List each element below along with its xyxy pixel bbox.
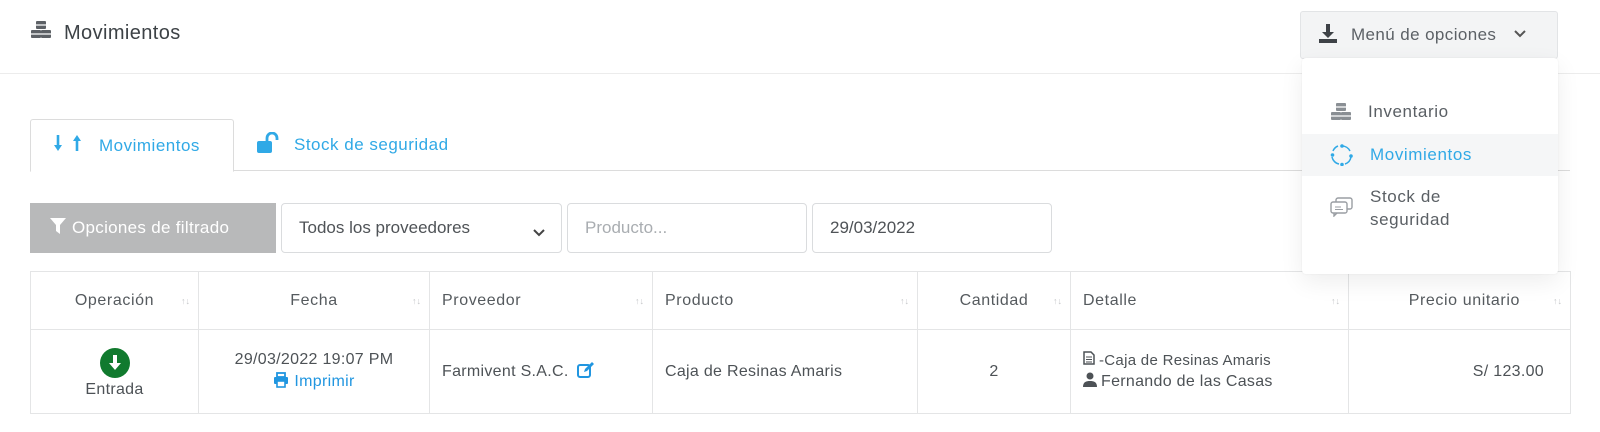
chat-icon bbox=[1330, 197, 1354, 222]
table-header-row: Operación ↑↓ Fecha ↑↓ Proveedor ↑↓ Producto… bbox=[30, 271, 1571, 330]
options-dropdown-menu: Inventario Movimientos Stock de segurida… bbox=[1302, 58, 1558, 274]
operation-label: Entrada bbox=[85, 381, 144, 398]
provider-cell: Farmivent S.A.C. bbox=[429, 329, 653, 414]
user-icon bbox=[1083, 372, 1097, 392]
options-menu-label: Menú de opciones bbox=[1351, 25, 1497, 44]
operation-cell: Entrada bbox=[30, 329, 199, 414]
sort-icon: ↑↓ bbox=[181, 296, 190, 306]
filter-icon bbox=[50, 217, 66, 240]
arrows-updown-icon bbox=[53, 134, 85, 157]
unlock-icon bbox=[256, 131, 280, 159]
sort-icon: ↑↓ bbox=[1053, 296, 1062, 306]
sort-icon: ↑↓ bbox=[635, 296, 644, 306]
product-search-placeholder: Producto... bbox=[585, 218, 668, 237]
menu-item-inventario[interactable]: Inventario bbox=[1302, 100, 1558, 124]
tab-stock-seguridad[interactable]: Stock de seguridad bbox=[256, 119, 449, 171]
sort-icon: ↑↓ bbox=[1331, 296, 1340, 306]
column-header-precio[interactable]: Precio unitario ↑↓ bbox=[1348, 271, 1571, 330]
quantity-cell: 2 bbox=[917, 329, 1071, 414]
date-input-value: 29/03/2022 bbox=[830, 218, 916, 237]
print-link[interactable]: Imprimir bbox=[273, 371, 355, 393]
sort-icon: ↑↓ bbox=[412, 296, 421, 306]
price-cell: S/ 123.00 bbox=[1348, 329, 1571, 414]
detail-user-line: Fernando de las Casas bbox=[1083, 372, 1348, 392]
options-menu-button[interactable]: Menú de opciones bbox=[1300, 11, 1558, 59]
page-title: Movimientos bbox=[30, 20, 181, 46]
movements-table: Operación ↑↓ Fecha ↑↓ Proveedor ↑↓ Producto… bbox=[30, 271, 1571, 414]
menu-item-movimientos[interactable]: Movimientos bbox=[1302, 134, 1558, 176]
tab-movimientos-label: Movimientos bbox=[99, 135, 200, 155]
cycle-icon bbox=[1330, 144, 1354, 171]
filter-options-label: Opciones de filtrado bbox=[72, 218, 230, 237]
cubes-icon bbox=[30, 20, 52, 46]
date-value: 29/03/2022 19:07 PM bbox=[234, 350, 394, 368]
column-header-producto[interactable]: Producto ↑↓ bbox=[652, 271, 918, 330]
detail-product: -Caja de Resinas Amaris bbox=[1099, 351, 1271, 369]
menu-item-label: Inventario bbox=[1368, 102, 1449, 121]
menu-item-label: Stock de seguridad bbox=[1370, 187, 1451, 229]
table-row: Entrada 29/03/2022 19:07 PM Imprimir Far… bbox=[30, 329, 1571, 414]
menu-item-stock-seguridad[interactable]: Stock de seguridad bbox=[1302, 185, 1558, 233]
page-title-text: Movimientos bbox=[64, 21, 181, 44]
cubes-icon bbox=[1330, 102, 1352, 127]
tab-stock-label: Stock de seguridad bbox=[294, 135, 449, 154]
column-header-proveedor[interactable]: Proveedor ↑↓ bbox=[429, 271, 653, 330]
detail-product-line: -Caja de Resinas Amaris bbox=[1083, 351, 1348, 369]
chevron-down-icon bbox=[533, 222, 545, 242]
date-cell: 29/03/2022 19:07 PM Imprimir bbox=[198, 329, 430, 414]
date-input[interactable]: 29/03/2022 bbox=[812, 203, 1052, 253]
column-header-detalle[interactable]: Detalle ↑↓ bbox=[1070, 271, 1349, 330]
arrow-down-circle-icon bbox=[99, 348, 130, 378]
provider-name: Farmivent S.A.C. bbox=[442, 362, 569, 380]
detail-user: Fernando de las Casas bbox=[1101, 373, 1273, 390]
filter-options-button[interactable]: Opciones de filtrado bbox=[30, 203, 276, 253]
provider-select[interactable]: Todos los proveedores bbox=[281, 203, 562, 253]
detail-cell: -Caja de Resinas Amaris Fernando de las … bbox=[1070, 329, 1349, 414]
print-label: Imprimir bbox=[294, 373, 355, 390]
column-header-fecha[interactable]: Fecha ↑↓ bbox=[198, 271, 430, 330]
edit-icon[interactable] bbox=[577, 361, 595, 383]
file-icon bbox=[1083, 351, 1095, 369]
chevron-down-icon bbox=[1514, 29, 1527, 41]
tab-movimientos[interactable]: Movimientos bbox=[30, 119, 234, 172]
column-header-cantidad[interactable]: Cantidad ↑↓ bbox=[917, 271, 1071, 330]
menu-item-label: Movimientos bbox=[1370, 145, 1473, 164]
sort-icon: ↑↓ bbox=[900, 296, 909, 306]
print-icon bbox=[273, 371, 289, 393]
product-search-input[interactable]: Producto... bbox=[567, 203, 807, 253]
sort-icon: ↑↓ bbox=[1553, 296, 1562, 306]
provider-select-value: Todos los proveedores bbox=[299, 218, 471, 237]
download-icon bbox=[1317, 22, 1339, 49]
column-header-operacion[interactable]: Operación ↑↓ bbox=[30, 271, 199, 330]
product-cell: Caja de Resinas Amaris bbox=[652, 329, 918, 414]
